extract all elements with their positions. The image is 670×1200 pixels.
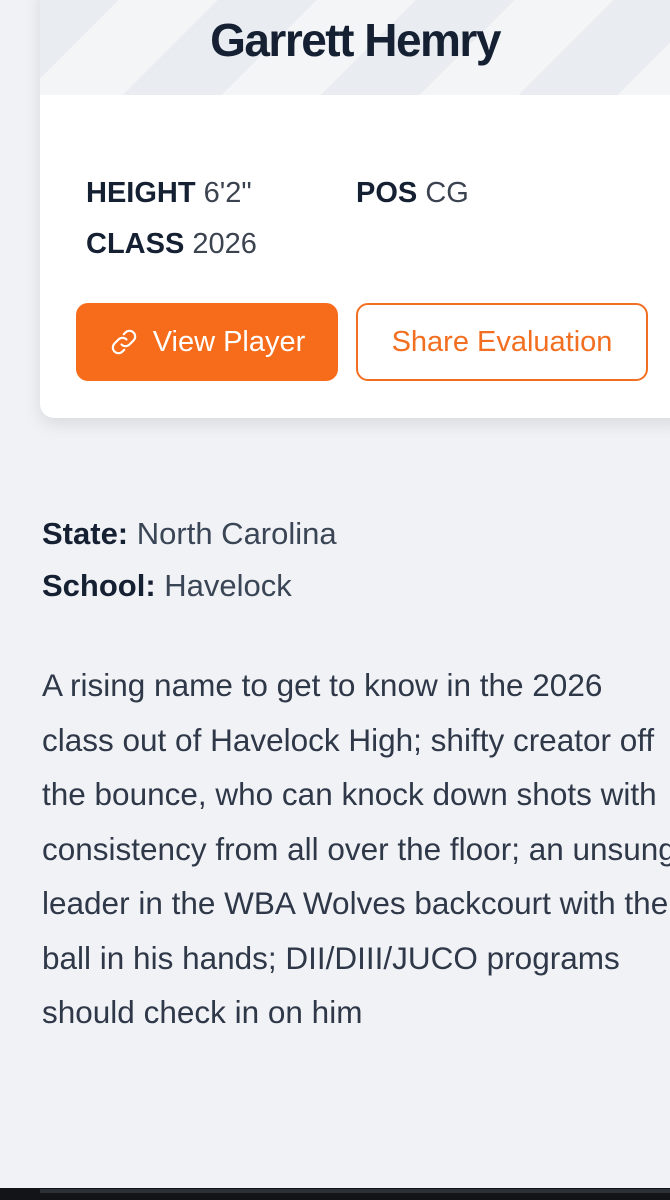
link-icon (109, 327, 139, 357)
school-label: School: (42, 568, 156, 603)
player-name: Garrett Hemry (210, 14, 501, 66)
pos-value: CG (425, 177, 469, 209)
evaluation-text: A rising name to get to know in the 2026… (42, 667, 670, 1030)
share-evaluation-button[interactable]: Share Evaluation (356, 303, 648, 381)
school-value: Havelock (164, 568, 292, 603)
school-row: School: Havelock (42, 568, 292, 604)
position-stat: POS CG (356, 177, 469, 210)
class-stat: CLASS 2026 (86, 228, 257, 261)
share-evaluation-label: Share Evaluation (391, 325, 613, 358)
height-label: HEIGHT (86, 177, 196, 209)
height-stat: HEIGHT 6'2" (86, 177, 252, 210)
height-value: 6'2" (203, 177, 252, 209)
view-player-button[interactable]: View Player (76, 303, 338, 381)
class-value: 2026 (192, 228, 257, 260)
player-card: Garrett Hemry HEIGHT 6'2" POS CG CLASS 2… (40, 0, 670, 418)
state-label: State: (42, 516, 129, 551)
class-label: CLASS (86, 228, 185, 260)
view-player-label: View Player (152, 325, 306, 358)
pos-label: POS (356, 177, 418, 209)
state-row: State: North Carolina (42, 516, 337, 552)
bottom-edge-highlight (40, 1189, 670, 1193)
state-value: North Carolina (136, 516, 337, 551)
